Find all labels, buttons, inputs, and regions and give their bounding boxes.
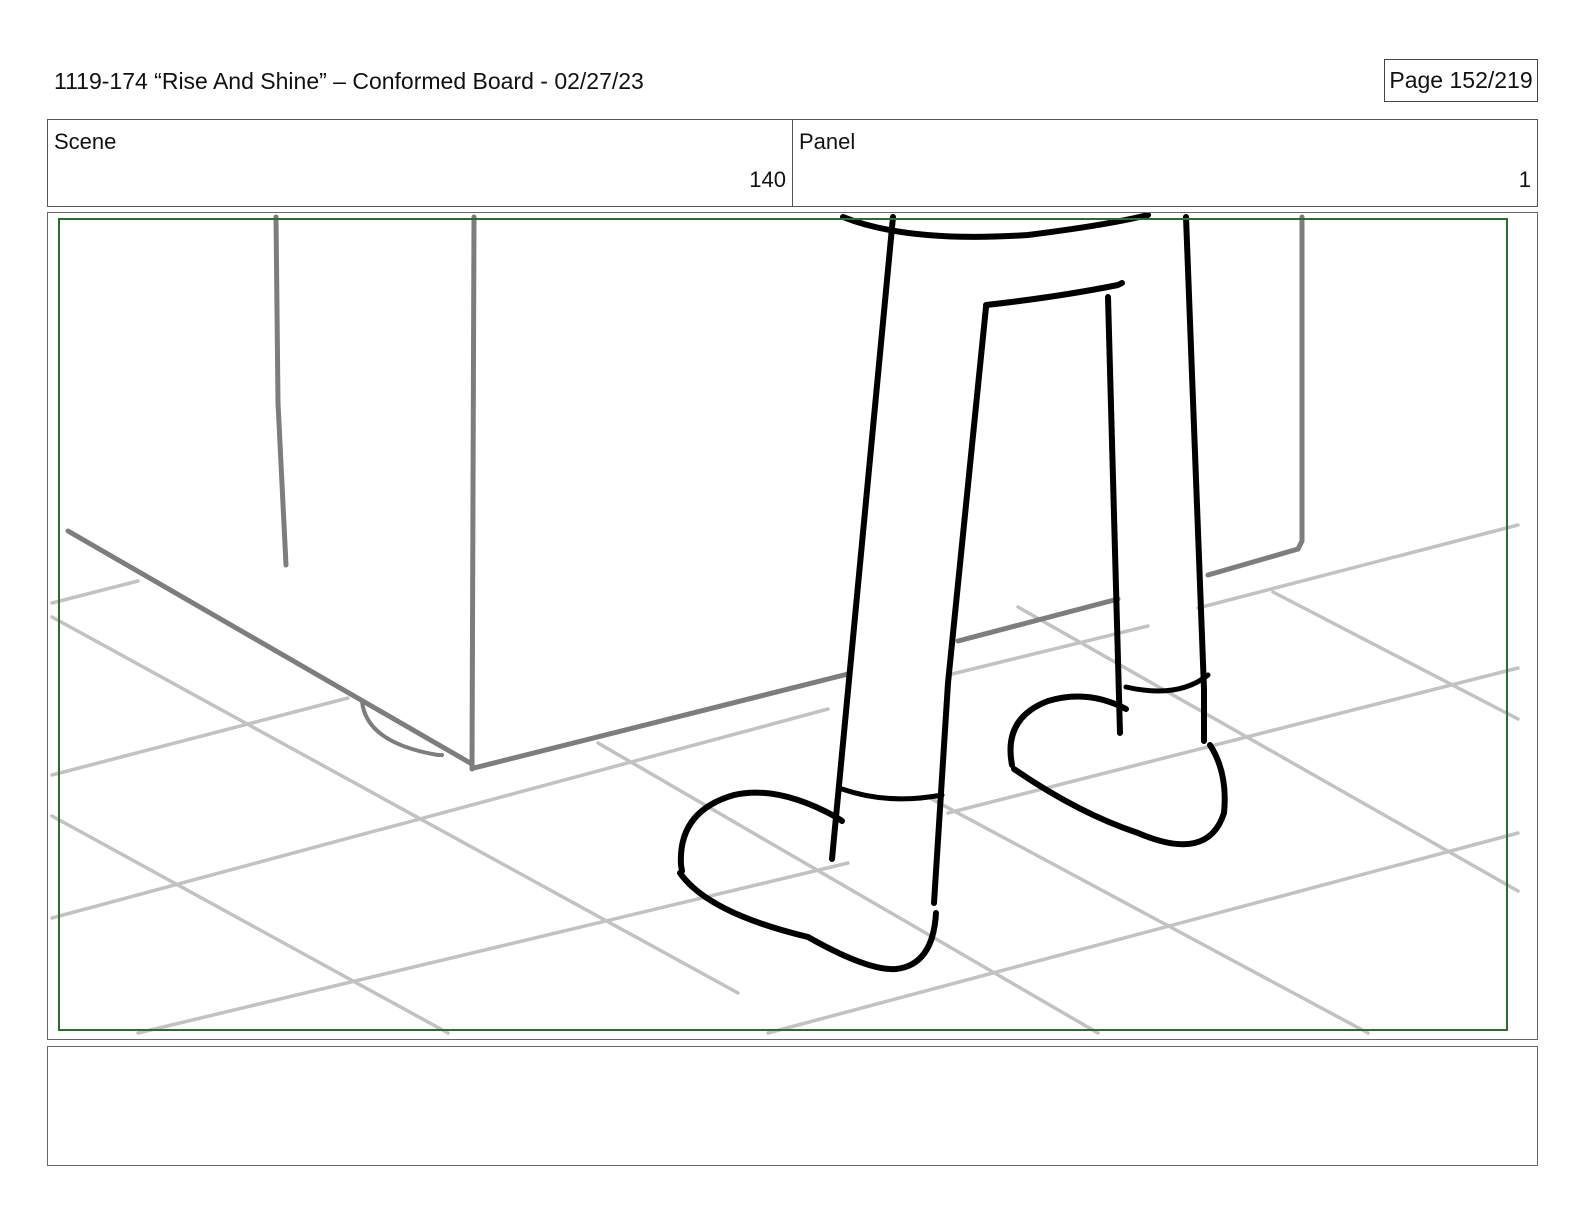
floor-tiles xyxy=(50,523,1520,1035)
storyboard-frame xyxy=(47,212,1538,1040)
character-legs xyxy=(677,213,1228,973)
scene-cell: Scene 140 xyxy=(48,120,792,206)
panel-label: Panel xyxy=(799,129,856,154)
storyboard-drawing xyxy=(50,213,1520,1035)
panel-number: 1 xyxy=(1518,167,1531,192)
document-title: 1119-174 “Rise And Shine” – Conformed Bo… xyxy=(54,68,644,94)
panel-cell: Panel 1 xyxy=(792,120,1537,206)
scene-number: 140 xyxy=(749,167,786,192)
scene-panel-row: Scene 140 Panel 1 xyxy=(47,119,1538,207)
notes-box xyxy=(47,1046,1538,1166)
page-number: Page 152/219 xyxy=(1384,59,1538,102)
scene-label: Scene xyxy=(54,129,117,154)
